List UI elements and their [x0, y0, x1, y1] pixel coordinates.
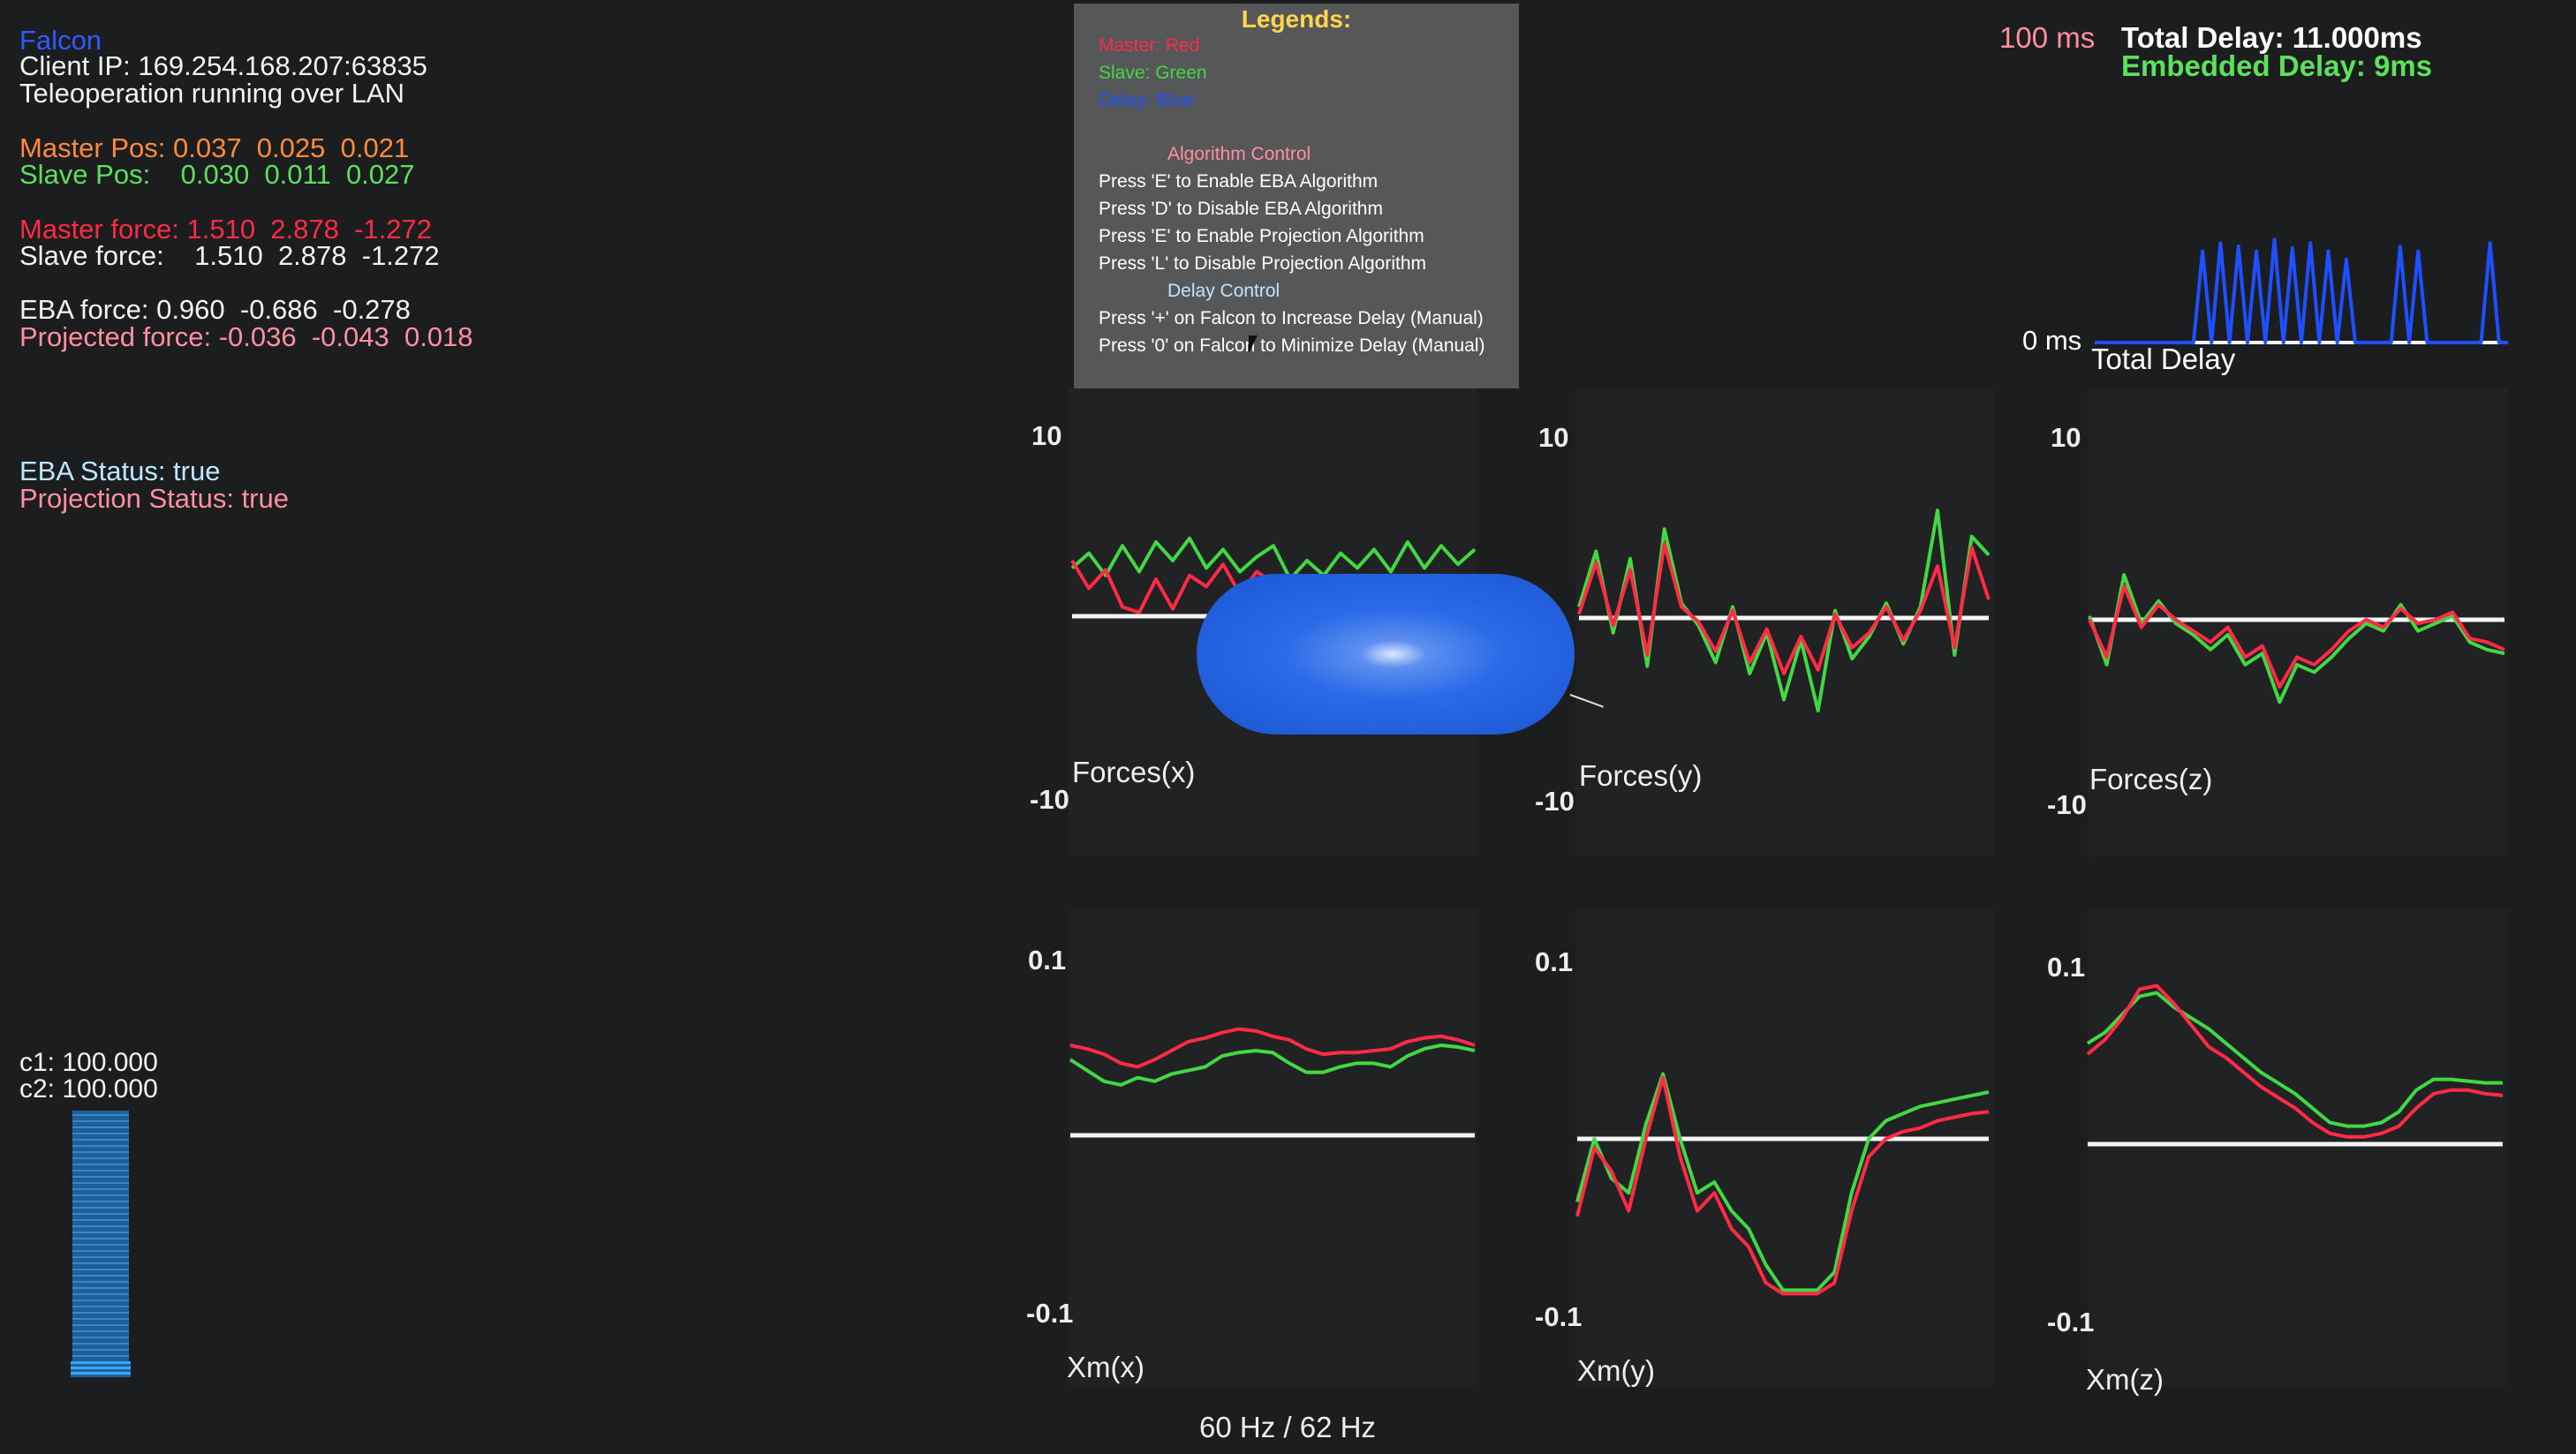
forces-y-slave-series [1577, 509, 1991, 712]
forces-z-slave-series [2088, 573, 2505, 704]
forces-z-master-series [2088, 584, 2505, 689]
haptic-proxy-blob [1197, 574, 1575, 735]
frame-rate: 60 Hz / 62 Hz [1199, 1411, 1376, 1443]
xm-y-master-series [1575, 1075, 1990, 1296]
xm-y-slave-series [1575, 1072, 1990, 1292]
xm-x-master-series [1069, 1027, 1476, 1069]
total-delay-delay-series [2095, 237, 2508, 344]
xm-z-master-series [2086, 983, 2504, 1139]
